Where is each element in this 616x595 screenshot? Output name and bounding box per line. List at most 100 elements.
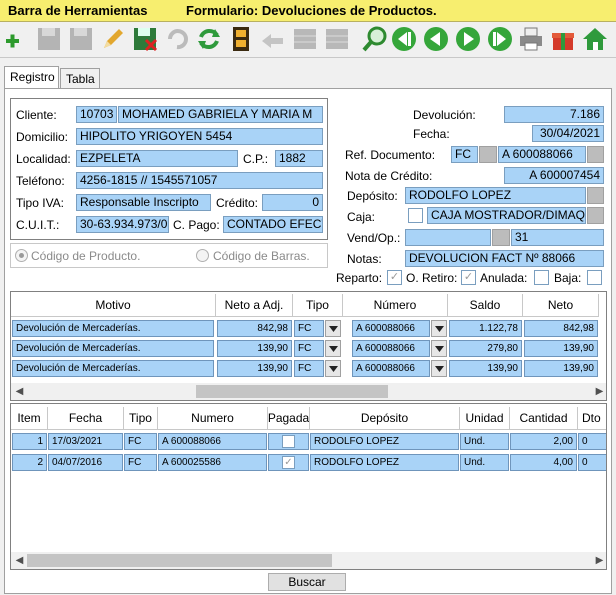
radio-codigo-producto[interactable] bbox=[15, 249, 28, 262]
col-cantidad[interactable]: Cantidad bbox=[510, 407, 578, 430]
o-retiro-checkbox[interactable]: ✓ bbox=[461, 270, 476, 285]
localidad-field[interactable]: EZPELETA bbox=[76, 150, 238, 167]
pagada-checkbox[interactable] bbox=[282, 435, 295, 448]
prev-icon[interactable] bbox=[421, 24, 451, 54]
scroll-right-icon[interactable]: ▶ bbox=[591, 383, 606, 400]
print-icon[interactable] bbox=[516, 24, 546, 54]
caja-selector[interactable] bbox=[587, 207, 604, 224]
vend-selector[interactable] bbox=[492, 229, 510, 246]
col-item[interactable]: Item bbox=[11, 407, 48, 430]
cell-motivo[interactable]: Devolución de Mercaderías. bbox=[12, 340, 214, 357]
cell-neto-adj[interactable]: 139,90 bbox=[217, 340, 292, 357]
cell-fecha[interactable]: 04/07/2016 bbox=[48, 454, 123, 471]
cell-neto[interactable]: 139,90 bbox=[524, 340, 598, 357]
cell-dto[interactable]: 0 bbox=[578, 454, 606, 471]
radio-codigo-barras[interactable] bbox=[196, 249, 209, 262]
fecha-field[interactable]: 30/04/2021 bbox=[532, 125, 604, 142]
search-icon[interactable] bbox=[360, 24, 390, 54]
cp-field[interactable]: 1882 bbox=[275, 150, 323, 167]
vend-op-field[interactable]: 31 bbox=[511, 229, 604, 246]
chevron-down-icon[interactable] bbox=[431, 340, 447, 357]
scroll-thumb[interactable] bbox=[196, 385, 388, 398]
cell-pagada[interactable]: ✓ bbox=[268, 454, 309, 471]
chevron-down-icon[interactable] bbox=[431, 320, 447, 337]
cell-numero[interactable]: A 600088066 bbox=[352, 340, 430, 357]
cell-item[interactable]: 1 bbox=[12, 433, 47, 450]
cell-neto-adj[interactable]: 842,98 bbox=[217, 320, 292, 337]
baja-checkbox[interactable] bbox=[587, 270, 602, 285]
next-icon[interactable] bbox=[453, 24, 483, 54]
cpago-field[interactable]: CONTADO EFECTIVO bbox=[223, 216, 323, 233]
cell-numero[interactable]: A 600025586 bbox=[158, 454, 267, 471]
cell-cantidad[interactable]: 4,00 bbox=[510, 454, 577, 471]
reparto-checkbox[interactable]: ✓ bbox=[387, 270, 402, 285]
save-disabled-icon[interactable] bbox=[34, 24, 64, 54]
cell-saldo[interactable]: 139,90 bbox=[449, 360, 522, 377]
add-icon[interactable] bbox=[2, 24, 32, 54]
credito-field[interactable]: 0 bbox=[262, 194, 323, 211]
cell-neto-adj[interactable]: 139,90 bbox=[217, 360, 292, 377]
tab-registro[interactable]: Registro bbox=[4, 66, 59, 88]
col-tipo[interactable]: Tipo bbox=[124, 407, 158, 430]
col-dto[interactable]: Dto bbox=[578, 407, 606, 430]
col-numero[interactable]: Número bbox=[343, 294, 448, 317]
film-icon[interactable] bbox=[226, 24, 256, 54]
ref-numero-field[interactable]: A 600088066 bbox=[498, 146, 586, 163]
grid-disabled-icon[interactable] bbox=[290, 24, 320, 54]
edit-icon[interactable] bbox=[98, 24, 128, 54]
chevron-down-icon[interactable] bbox=[325, 340, 341, 357]
cell-motivo[interactable]: Devolución de Mercaderías. bbox=[12, 320, 214, 337]
cell-saldo[interactable]: 1.122,78 bbox=[449, 320, 522, 337]
ref-tipo-selector[interactable] bbox=[479, 146, 497, 163]
cliente-name-field[interactable]: MOHAMED GABRIELA Y MARIA M bbox=[118, 106, 323, 123]
cell-numero[interactable]: A 600088066 bbox=[352, 360, 430, 377]
scroll-left-icon[interactable]: ◀ bbox=[11, 383, 28, 400]
anulada-checkbox[interactable] bbox=[534, 270, 549, 285]
vend-blank-field[interactable] bbox=[405, 229, 491, 246]
cell-deposito[interactable]: RODOLFO LOPEZ bbox=[310, 454, 459, 471]
scroll-right-icon[interactable]: ▶ bbox=[591, 552, 606, 569]
back-disabled-icon[interactable] bbox=[258, 24, 288, 54]
col-numero[interactable]: Numero bbox=[158, 407, 268, 430]
cell-tipo[interactable]: FC bbox=[124, 433, 157, 450]
cell-item[interactable]: 2 bbox=[12, 454, 47, 471]
cell-tipo[interactable]: FC bbox=[294, 340, 324, 357]
telefono-field[interactable]: 4256-1815 // 1545571057 bbox=[76, 172, 323, 189]
cuit-field[interactable]: 30-63.934.973/0 bbox=[76, 216, 169, 233]
cell-tipo[interactable]: FC bbox=[124, 454, 157, 471]
cell-dto[interactable]: 0 bbox=[578, 433, 606, 450]
save-red-icon[interactable] bbox=[130, 24, 160, 54]
col-saldo[interactable]: Saldo bbox=[448, 294, 523, 317]
items-horizontal-scrollbar[interactable]: ◀ ▶ bbox=[11, 552, 606, 569]
cell-cantidad[interactable]: 2,00 bbox=[510, 433, 577, 450]
grid-disabled-icon[interactable] bbox=[322, 24, 352, 54]
refresh-icon[interactable] bbox=[194, 24, 224, 54]
undo-disabled-icon[interactable] bbox=[162, 24, 192, 54]
motivos-horizontal-scrollbar[interactable]: ◀ ▶ bbox=[11, 383, 606, 400]
cell-unidad[interactable]: Und. bbox=[460, 433, 509, 450]
cell-unidad[interactable]: Und. bbox=[460, 454, 509, 471]
cell-fecha[interactable]: 17/03/2021 bbox=[48, 433, 123, 450]
buscar-button[interactable]: Buscar bbox=[268, 573, 346, 591]
cell-deposito[interactable]: RODOLFO LOPEZ bbox=[310, 433, 459, 450]
chevron-down-icon[interactable] bbox=[431, 360, 447, 377]
col-pagada[interactable]: Pagada bbox=[268, 407, 310, 430]
caja-field[interactable]: CAJA MOSTRADOR/DIMAQ bbox=[427, 207, 586, 224]
gift-icon[interactable] bbox=[548, 24, 578, 54]
nota-credito-field[interactable]: A 600007454 bbox=[504, 167, 604, 184]
tipo-iva-field[interactable]: Responsable Inscripto bbox=[76, 194, 211, 211]
scroll-thumb[interactable] bbox=[27, 554, 332, 567]
tab-tabla[interactable]: Tabla bbox=[60, 68, 100, 88]
cell-numero[interactable]: A 600088066 bbox=[352, 320, 430, 337]
col-neto[interactable]: Neto bbox=[523, 294, 599, 317]
ref-numero-selector[interactable] bbox=[587, 146, 604, 163]
caja-checkbox[interactable] bbox=[408, 208, 423, 223]
cell-motivo[interactable]: Devolución de Mercaderías. bbox=[12, 360, 214, 377]
scroll-left-icon[interactable]: ◀ bbox=[11, 552, 28, 569]
pagada-checkbox[interactable]: ✓ bbox=[282, 456, 295, 469]
chevron-down-icon[interactable] bbox=[325, 320, 341, 337]
cell-neto[interactable]: 139,90 bbox=[524, 360, 598, 377]
devolucion-field[interactable]: 7.186 bbox=[504, 106, 604, 123]
col-motivo[interactable]: Motivo bbox=[11, 294, 216, 317]
save-disabled-icon[interactable] bbox=[66, 24, 96, 54]
